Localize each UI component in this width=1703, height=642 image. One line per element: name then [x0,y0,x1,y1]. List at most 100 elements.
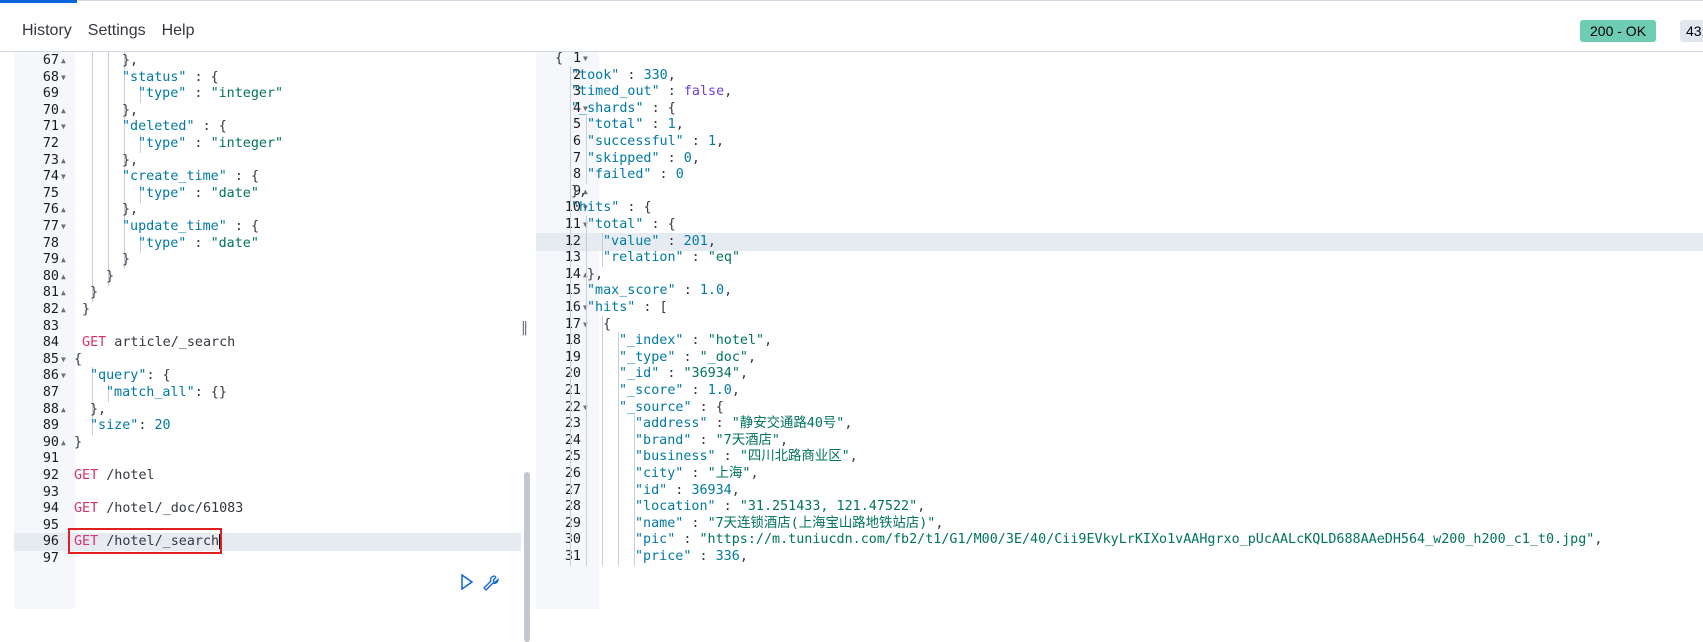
code-line[interactable]: 90 ▲} [14,434,521,452]
code-line[interactable]: 80 ▲} [14,267,521,286]
fold-down-icon[interactable]: ▼ [61,168,66,186]
indent-guide [618,498,619,517]
top-border [77,0,1703,1]
fold-down-icon[interactable]: ▼ [61,69,66,87]
code-line[interactable]: 72 "type" : "integer" [14,135,521,153]
code-line[interactable]: 83 [14,318,521,336]
code-line[interactable]: 12 "value" : 201, [536,232,1703,251]
pane-resizer[interactable]: ‖ [521,320,528,336]
menu-history[interactable]: History [14,20,80,42]
code-line[interactable]: 10 ▼ "hits" : { [536,199,1703,218]
fold-up-icon[interactable]: ▲ [61,434,66,452]
token-punc: , [750,466,759,481]
code-line[interactable]: 8 "failed" : 0 [536,166,1703,185]
fold-up-icon[interactable]: ▲ [61,52,66,70]
indent-guide [602,498,603,517]
line-number: 21 [564,383,581,398]
token-key: "value" [603,233,660,249]
code-line[interactable]: 6 "successful" : 1, [536,133,1703,151]
code-line[interactable]: 93 [14,484,521,502]
code-line[interactable]: 84 GET article/_search [14,334,521,352]
code-line[interactable]: 71 ▼ "deleted" : { [14,118,521,137]
code-line[interactable]: 28 "location" : "31.251433, 121.47522", [536,498,1703,517]
code-line[interactable]: 91 [14,450,521,468]
line-number: 84 [42,335,59,351]
code-line[interactable]: 3 "timed_out" : false, [536,83,1703,102]
code-line[interactable]: 21 "_score" : 1.0, [536,382,1703,400]
fold-down-icon[interactable]: ▼ [61,351,66,369]
code-line[interactable]: 7 "skipped" : 0, [536,149,1703,168]
fold-up-icon[interactable]: ▲ [61,401,66,419]
fold-up-icon[interactable]: ▲ [61,102,66,120]
code-line[interactable]: 22▼"_source" : { [536,398,1703,417]
code-line[interactable]: 11▼"total" : { [536,216,1703,234]
code-line[interactable]: 1 ▼{ [536,50,1703,68]
code-line[interactable]: 31 "price" : 336, [536,548,1703,566]
code-line[interactable]: 89 "size": 20 [14,417,521,436]
code-line[interactable]: 86 ▼ "query": { [14,367,521,386]
code-line[interactable]: 14▲}, [536,265,1703,284]
request-editor[interactable]: 67 ▲}, 68 ▼ "status" : {69 "type" : "integer"… [14,52,530,642]
code-line[interactable]: 74 ▼ "create_time" : { [14,168,521,187]
code-line[interactable]: 76 ▲}, [14,201,521,220]
response-editor[interactable]: 1 ▼ {2 "took" : 330, 3 "timed_out" : false, 4 ▼… [536,50,1703,609]
code-line[interactable]: 87 "match_all": {} [14,384,521,402]
request-scrollbar[interactable] [524,472,530,642]
fold-up-icon[interactable]: ▲ [61,301,66,319]
indent-guide [586,465,587,483]
code-line[interactable]: 70 ▲}, [14,101,521,120]
fold-down-icon[interactable]: ▼ [61,118,66,136]
code-line[interactable]: 18 "_index" : "hotel", [536,332,1703,351]
wrench-icon[interactable] [482,574,500,592]
play-icon[interactable] [460,574,474,590]
code-line[interactable]: 85 ▼ { [14,351,521,369]
code-line[interactable]: 9 ▲}, [536,182,1703,201]
code-line[interactable]: 94 GET /hotel/_doc/61083 [14,500,521,518]
code-line[interactable]: 77 ▼ "update_time" : { [14,218,521,236]
code-line[interactable]: 68 ▼ "status" : { [14,68,521,87]
fold-up-icon[interactable]: ▲ [61,201,66,219]
code-line[interactable]: 2 "took" : 330, [536,66,1703,85]
code-line[interactable]: 25 "business" : "四川北路商业区", [536,448,1703,467]
code-line[interactable]: 82 ▲ } [14,301,521,319]
code-line[interactable]: 16▼"hits" : [ [536,299,1703,317]
code-line[interactable]: 75 "type" : "date" [14,184,521,203]
code-line[interactable]: 79 ▲} [14,251,521,270]
fold-up-icon[interactable]: ▲ [61,152,66,170]
code-text: "hits" : [ [587,299,668,317]
token-punc: : [643,117,668,133]
code-line[interactable]: 78 "type" : "date" [14,234,521,253]
code-line[interactable]: 5 "total" : 1, [536,116,1703,135]
code-line[interactable]: 15 "max_score" : 1.0, [536,282,1703,301]
fold-down-icon[interactable]: ▼ [583,50,588,68]
code-line[interactable]: 26 "city" : "上海", [536,465,1703,483]
code-line[interactable]: 81 ▲} [14,284,521,303]
indent-guide [602,332,603,351]
code-line[interactable]: 29 "name" : "7天连锁酒店(上海宝山路地铁站店)", [536,514,1703,533]
code-line[interactable]: 20 "_id" : "36934", [536,365,1703,384]
code-line[interactable]: 30 "pic" : "https://m.tuniucdn.com/fb2/t1… [536,531,1703,550]
code-line[interactable]: 92 GET /hotel [14,467,521,485]
code-line[interactable]: 88 ▲}, [14,400,521,419]
menu-help[interactable]: Help [154,20,203,42]
code-line[interactable]: 27 "id" : 36934, [536,481,1703,500]
line-number: 70 [42,102,59,118]
code-line[interactable]: 23 "address" : "静安交通路40号", [536,415,1703,434]
code-line[interactable]: 97 [14,550,521,568]
code-line[interactable]: 19 "_type" : "_doc", [536,348,1703,367]
code-line[interactable]: 67 ▲}, [14,52,521,70]
code-line[interactable]: 69 "type" : "integer" [14,85,521,104]
fold-down-icon[interactable]: ▼ [61,367,66,385]
fold-up-icon[interactable]: ▲ [61,268,66,286]
line-number: 6 [572,134,581,149]
code-line[interactable]: 13 "relation" : "eq" [536,249,1703,268]
code-line[interactable]: 24 "brand" : "7天酒店", [536,431,1703,450]
fold-up-icon[interactable]: ▲ [61,251,66,269]
menu-settings[interactable]: Settings [80,20,154,42]
fold-up-icon[interactable]: ▲ [61,284,66,302]
token-punc: : [138,418,155,434]
fold-down-icon[interactable]: ▼ [61,218,66,236]
code-line[interactable]: 17▼{ [536,315,1703,334]
code-line[interactable]: 4 ▼ "_shards" : { [536,99,1703,118]
code-line[interactable]: 73 ▲}, [14,151,521,170]
